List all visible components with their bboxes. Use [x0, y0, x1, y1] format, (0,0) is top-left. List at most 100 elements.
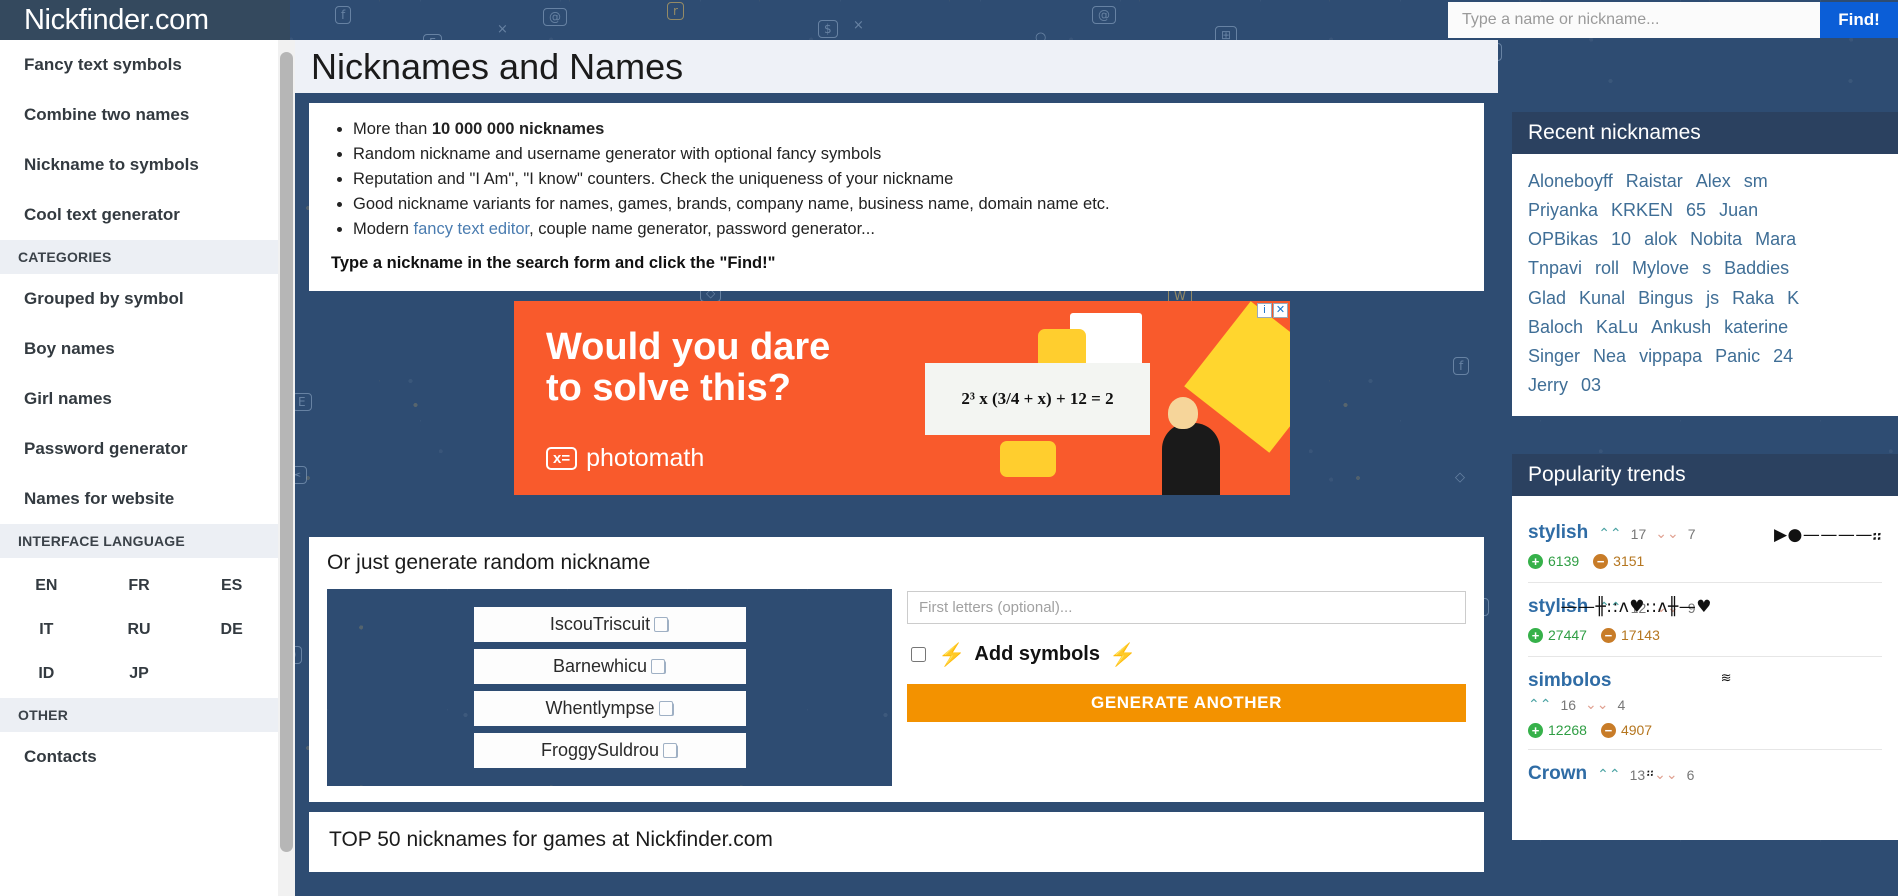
- language-option-fr[interactable]: FR: [93, 564, 186, 608]
- sidebar-item-contacts[interactable]: Contacts: [0, 732, 278, 782]
- recent-nickname-link[interactable]: katerine: [1724, 317, 1788, 337]
- recent-nickname-link[interactable]: Raistar: [1626, 171, 1683, 191]
- recent-nickname-link[interactable]: Aloneboyff: [1528, 171, 1613, 191]
- trend-minus-group: −3151: [1593, 553, 1644, 570]
- recent-nickname-link[interactable]: s: [1702, 258, 1711, 278]
- sidebar-item-cool-text-generator[interactable]: Cool text generator: [0, 190, 278, 240]
- recent-nickname-link[interactable]: Baloch: [1528, 317, 1583, 337]
- trend-name[interactable]: stylish: [1528, 522, 1588, 544]
- recent-nickname-link[interactable]: Mara: [1755, 229, 1796, 249]
- recent-nickname-link[interactable]: Baddies: [1724, 258, 1789, 278]
- sidebar-heading-other: OTHER: [0, 698, 278, 732]
- page-scrollbar-thumb[interactable]: [280, 52, 293, 852]
- generated-nickname-item[interactable]: IscouTriscuit: [473, 606, 746, 642]
- trend-header: simbolos ⌃⌃ 16 ⌄⌄ 4: [1528, 670, 1882, 713]
- sidebar-item-nickname-to-symbols[interactable]: Nickname to symbols: [0, 140, 278, 190]
- recent-nickname-link[interactable]: KRKEN: [1611, 200, 1673, 220]
- recent-nickname-link[interactable]: Jerry: [1528, 375, 1568, 395]
- recent-nicknames-row: Baloch KaLu Ankush katerine: [1528, 313, 1882, 342]
- recent-nickname-link[interactable]: Priyanka: [1528, 200, 1598, 220]
- minus-badge-icon: −: [1593, 554, 1609, 570]
- chevron-up-icon: ⌃⌃: [1597, 766, 1621, 783]
- recent-nickname-link[interactable]: K: [1787, 288, 1799, 308]
- lightning-bolt-icon-left: ⚡: [938, 641, 966, 667]
- recent-nickname-link[interactable]: Ankush: [1651, 317, 1711, 337]
- trend-up-count: 13: [1629, 766, 1646, 783]
- copy-icon[interactable]: [654, 616, 670, 632]
- language-option-id[interactable]: ID: [0, 652, 93, 696]
- first-letters-input[interactable]: [907, 590, 1466, 624]
- brand-block[interactable]: Nickfinder.com: [0, 0, 290, 40]
- recent-nickname-link[interactable]: sm: [1744, 171, 1768, 191]
- generated-nickname-item[interactable]: Barnewhicu: [473, 648, 746, 684]
- recent-nickname-link[interactable]: KaLu: [1596, 317, 1638, 337]
- recent-nicknames-body: Aloneboyff Raistar Alex sm Priyanka KRKEN 65 J…: [1512, 154, 1898, 417]
- minus-badge-icon: −: [1600, 628, 1616, 644]
- recent-nicknames-row: OPBikas 10 alok Nobita Mara: [1528, 225, 1882, 254]
- trend-name[interactable]: simbolos: [1528, 670, 1882, 692]
- ad-close-icon[interactable]: ✕: [1273, 302, 1288, 318]
- generated-nickname-item[interactable]: Whentlympse: [473, 690, 746, 726]
- recent-nickname-link[interactable]: roll: [1595, 258, 1619, 278]
- sidebar-item-combine-two-names[interactable]: Combine two names: [0, 90, 278, 140]
- language-option-it[interactable]: IT: [0, 608, 93, 652]
- trend-vote-summary: ⌃⌃ 13 ⌄⌄ 6: [1597, 766, 1694, 783]
- recent-nickname-link[interactable]: Juan: [1719, 200, 1758, 220]
- find-button[interactable]: Find!: [1820, 2, 1898, 38]
- recent-nickname-link[interactable]: Alex: [1696, 171, 1731, 191]
- language-option-de[interactable]: DE: [185, 608, 278, 652]
- language-option-ru[interactable]: RU: [93, 608, 186, 652]
- recent-nickname-link[interactable]: OPBikas: [1528, 229, 1598, 249]
- language-option-jp[interactable]: JP: [93, 652, 186, 696]
- copy-icon[interactable]: [651, 658, 667, 674]
- add-symbols-checkbox[interactable]: [911, 647, 926, 663]
- ad-info-icon[interactable]: i: [1257, 302, 1272, 318]
- recent-nickname-link[interactable]: js: [1706, 288, 1719, 308]
- intro-bullet-5-post: , couple name generator, password genera…: [529, 219, 875, 238]
- generated-nickname-item[interactable]: FroggySuldrou: [473, 732, 746, 768]
- recent-nickname-link[interactable]: Nea: [1593, 346, 1626, 366]
- trend-symbol-art: ——╫꞉꞉ʌ♥꞉꞉ʌ╫—♥: [1560, 597, 1712, 618]
- recent-nickname-link[interactable]: alok: [1644, 229, 1677, 249]
- ad-controls: i ✕: [1257, 302, 1288, 318]
- recent-nickname-link[interactable]: Tnpavi: [1528, 258, 1582, 278]
- language-option-es[interactable]: ES: [185, 564, 278, 608]
- recent-nickname-link[interactable]: Nobita: [1690, 229, 1742, 249]
- copy-icon[interactable]: [658, 700, 674, 716]
- recent-nickname-link[interactable]: Kunal: [1579, 288, 1625, 308]
- ad-artwork: 2³ x (3/4 + x) + 12 = 2: [870, 300, 1290, 495]
- sidebar-item-names-for-website[interactable]: Names for website: [0, 474, 278, 524]
- recent-nickname-link[interactable]: Singer: [1528, 346, 1580, 366]
- page-scrollbar[interactable]: [278, 40, 295, 896]
- generated-nickname-text: FroggySuldrou: [540, 739, 660, 760]
- recent-nickname-link[interactable]: vippapa: [1639, 346, 1702, 366]
- recent-nickname-link[interactable]: Bingus: [1638, 288, 1693, 308]
- language-option-en[interactable]: EN: [0, 564, 93, 608]
- recent-nickname-link[interactable]: Panic: [1715, 346, 1760, 366]
- fancy-text-editor-link[interactable]: fancy text editor: [414, 220, 530, 238]
- trend-down-count: 6: [1686, 766, 1695, 783]
- recent-nickname-link[interactable]: Raka: [1732, 288, 1774, 308]
- search-input[interactable]: [1448, 2, 1820, 38]
- trend-name[interactable]: Crown: [1528, 763, 1587, 785]
- recent-nickname-link[interactable]: Glad: [1528, 288, 1566, 308]
- recent-nickname-link[interactable]: Mylove: [1632, 258, 1689, 278]
- sidebar-item-fancy-text-symbols[interactable]: Fancy text symbols: [0, 40, 278, 90]
- minus-badge-icon: −: [1600, 723, 1616, 739]
- chevron-up-icon: ⌃⌃: [1598, 525, 1622, 542]
- recent-nickname-link[interactable]: 65: [1686, 200, 1706, 220]
- sidebar-item-password-generator[interactable]: Password generator: [0, 424, 278, 474]
- recent-nickname-link[interactable]: 10: [1611, 229, 1631, 249]
- recent-nickname-link[interactable]: 03: [1581, 375, 1601, 395]
- copy-icon[interactable]: [663, 742, 679, 758]
- recent-nickname-link[interactable]: 24: [1773, 346, 1793, 366]
- add-symbols-label-group[interactable]: ⚡ Add symbols ⚡: [938, 642, 1136, 668]
- top-bar: Nickfinder.com Find!: [0, 0, 1898, 40]
- sidebar-item-boy-names[interactable]: Boy names: [0, 324, 278, 374]
- sidebar-item-girl-names[interactable]: Girl names: [0, 374, 278, 424]
- recent-nicknames-row: Glad Kunal Bingus js Raka K: [1528, 284, 1882, 313]
- trend-down-count: 7: [1687, 525, 1696, 542]
- advertisement-banner[interactable]: Would you dare to solve this? x= photoma…: [514, 300, 1290, 495]
- generate-another-button[interactable]: GENERATE ANOTHER: [907, 683, 1466, 722]
- sidebar-item-grouped-by-symbol[interactable]: Grouped by symbol: [0, 274, 278, 324]
